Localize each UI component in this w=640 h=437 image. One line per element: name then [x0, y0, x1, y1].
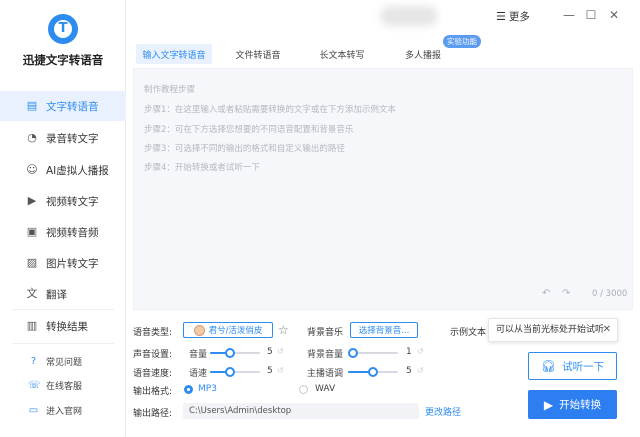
sidebar-item-text-to-speech[interactable]: ▤ 文字转语音 — [0, 91, 126, 121]
voice-avatar-icon — [193, 324, 205, 336]
sidebar-item-ai-avatar[interactable]: ☺ AI虚拟人播报 — [0, 155, 126, 185]
service-icon: ☏ — [28, 379, 41, 391]
voice-settings-label: 声音设置: — [133, 350, 173, 360]
bg-volume-slider[interactable] — [348, 348, 398, 358]
char-counter: 0 / 3000 — [592, 289, 628, 299]
bg-volume-label: 背景音量 — [307, 350, 344, 360]
pitch-reset-icon[interactable]: ↺ — [417, 366, 424, 375]
speed-label: 语音速度: — [133, 369, 173, 379]
sidebar-item-image-to-text[interactable]: ▨ 图片转文字 — [0, 248, 126, 278]
website-link[interactable]: ▭ 进入官网 — [0, 400, 126, 420]
sidebar-item-video-to-audio[interactable]: ▣ 视频转音频 — [0, 217, 126, 247]
format-label: 输出格式: — [133, 387, 173, 397]
pitch-label: 主播语调 — [307, 369, 344, 379]
hint-step: 步骤2：可在下方选择您想要的不同语音配置和背景音乐 — [144, 125, 354, 135]
close-icon[interactable]: ✕ — [603, 319, 611, 341]
maximize-button[interactable]: ☐ — [583, 7, 599, 23]
volume-reset-icon[interactable]: ↺ — [277, 347, 284, 356]
help-icon: ? — [30, 355, 37, 367]
minimize-button[interactable]: — — [561, 7, 577, 23]
format-wav-radio[interactable] — [299, 385, 308, 394]
undo-icon[interactable]: ↶ — [542, 288, 550, 299]
path-label: 输出路径: — [133, 409, 173, 419]
text-to-speech-icon: ▤ — [26, 99, 38, 112]
hint-step: 步骤1：在这里输入或者粘贴需要转换的文字或在下方添加示例文本 — [144, 105, 396, 115]
sidebar-item-results[interactable]: ▥ 转换结果 — [0, 311, 126, 341]
hint-title: 制作教程步骤 — [144, 85, 196, 95]
website-icon: ▭ — [28, 404, 39, 416]
example-text-label[interactable]: 示例文本 — [450, 325, 486, 338]
sidebar-item-video-to-text[interactable]: ▶ 视频转文字 — [0, 186, 126, 216]
hint-step: 步骤4：开始转换或者试听一下 — [144, 163, 260, 173]
tab-input-text[interactable]: 输入文字转语音 — [136, 44, 212, 64]
bg-volume-slider-knob[interactable] — [348, 348, 358, 358]
voice-type-label: 语音类型: — [133, 328, 173, 338]
beta-badge: 实验功能 — [443, 35, 481, 48]
hamburger-icon: ☰ — [496, 10, 506, 23]
more-menu-button[interactable]: ☰ 更多 — [496, 9, 530, 24]
results-icon: ▥ — [26, 319, 38, 332]
video-icon: ▶ — [27, 194, 37, 207]
pitch-slider-knob[interactable] — [368, 367, 378, 377]
text-editor[interactable]: 制作教程步骤 步骤1：在这里输入或者粘贴需要转换的文字或在下方添加示例文本 步骤… — [133, 68, 633, 310]
bg-volume-value: 1 — [406, 347, 412, 357]
headphones-icon: 🎧︎ — [540, 359, 557, 373]
sidebar-divider — [12, 343, 114, 344]
mic-icon: ◔ — [27, 131, 37, 144]
close-button[interactable]: ✕ — [606, 7, 622, 23]
bg-music-label: 背景音乐 — [307, 328, 344, 338]
volume-slider-knob[interactable] — [225, 348, 235, 358]
redo-icon[interactable]: ↷ — [562, 288, 570, 299]
ai-avatar-icon: ☺ — [26, 163, 38, 176]
change-path-link[interactable]: 更改路径 — [425, 405, 461, 418]
tab-file-to-speech[interactable]: 文件转语音 — [228, 44, 288, 64]
app-title: 迅捷文字转语音 — [22, 53, 104, 67]
listen-tooltip: 可以从当前光标处开始试听 ✕ — [488, 318, 618, 342]
speed-small-label: 语速 — [189, 369, 208, 379]
tab-multi-speaker[interactable]: 多人播报 — [398, 44, 448, 64]
speed-value: 5 — [267, 366, 273, 376]
pitch-value: 5 — [406, 366, 412, 376]
pitch-slider[interactable] — [348, 367, 398, 377]
image-icon: ▨ — [26, 256, 38, 269]
app-logo-icon: T — [48, 14, 78, 44]
listen-button[interactable]: 🎧︎ 试听一下 — [528, 352, 617, 380]
format-wav-label[interactable]: WAV — [315, 384, 335, 394]
voice-select-button[interactable]: 君兮/活泼俏皮 — [183, 322, 273, 338]
bg-music-button[interactable]: 选择背景音... — [350, 322, 418, 338]
user-account-blurred[interactable] — [380, 6, 438, 26]
tab-long-text[interactable]: 长文本转写 — [312, 44, 372, 64]
play-circle-icon: ▶ — [543, 397, 554, 412]
speed-reset-icon[interactable]: ↺ — [277, 366, 284, 375]
format-mp3-radio[interactable] — [184, 385, 193, 394]
speed-slider[interactable] — [210, 367, 260, 377]
start-convert-button[interactable]: ▶ 开始转换 — [528, 390, 617, 419]
video-audio-icon: ▣ — [26, 225, 38, 238]
bg-volume-reset-icon[interactable]: ↺ — [417, 347, 424, 356]
volume-value: 5 — [267, 347, 273, 357]
sidebar-item-translate[interactable]: 文翻译 — [0, 279, 126, 309]
sidebar-divider — [12, 309, 114, 310]
faq-link[interactable]: ? 常见问题 — [0, 351, 126, 371]
hint-step: 步骤3：可选择不同的输出的格式和自定义输出的路径 — [144, 144, 345, 154]
sidebar: T 迅捷文字转语音 ▤ 文字转语音 ◔ 录音转文字 ☺ AI虚拟人播报 ▶ 视频转文字 … — [0, 0, 126, 437]
volume-slider[interactable] — [210, 348, 260, 358]
customer-service-link[interactable]: ☏ 在线客服 — [0, 375, 126, 395]
format-mp3-label[interactable]: MP3 — [198, 384, 217, 394]
volume-label: 音量 — [189, 350, 208, 360]
translate-icon: 文 — [26, 287, 38, 300]
output-path-field[interactable]: C:\Users\Admin\desktop — [183, 403, 419, 419]
favorite-star-icon[interactable]: ☆ — [278, 323, 289, 337]
speed-slider-knob[interactable] — [225, 367, 235, 377]
sidebar-item-audio-to-text[interactable]: ◔ 录音转文字 — [0, 123, 126, 153]
